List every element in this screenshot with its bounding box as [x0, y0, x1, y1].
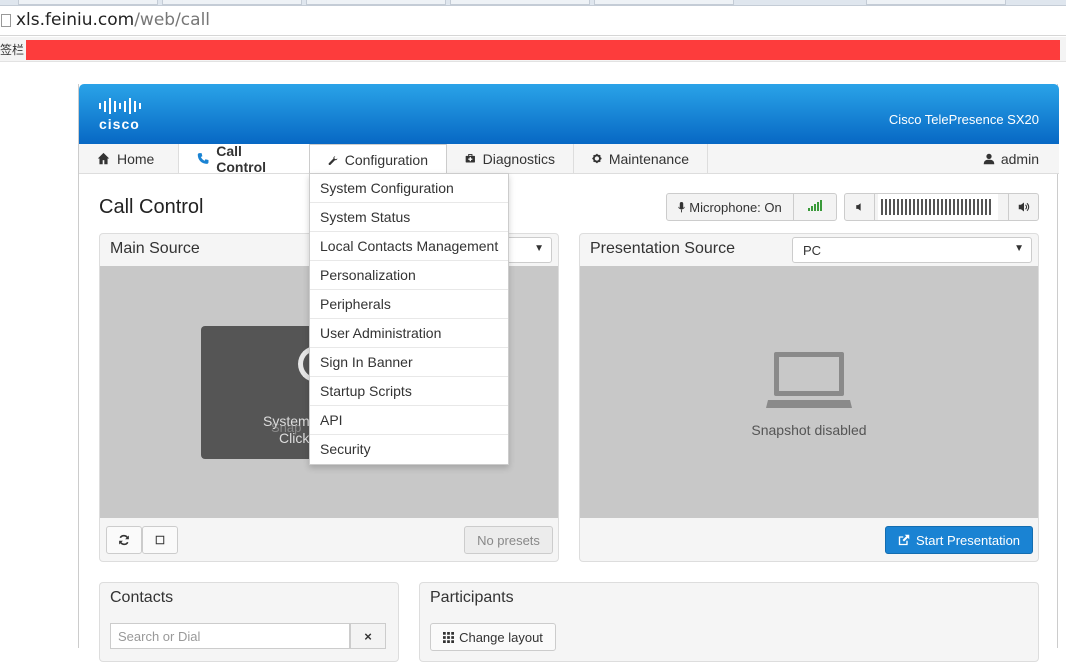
change-layout-button[interactable]: Change layout — [430, 623, 556, 651]
nav-home-label: Home — [117, 150, 155, 167]
volume-down-button[interactable] — [845, 194, 875, 220]
nav-configuration-label: Configuration — [344, 152, 428, 168]
cisco-logo-bars — [99, 98, 159, 114]
user-menu[interactable]: admin — [983, 144, 1039, 173]
close-icon: × — [364, 628, 372, 644]
clear-search-button[interactable]: × — [350, 623, 386, 649]
start-presentation-label: Start Presentation — [915, 532, 1021, 548]
nav-maintenance-label: Maintenance — [608, 150, 689, 167]
microphone-icon — [678, 201, 685, 212]
microphone-toggle[interactable]: Microphone: On — [666, 193, 837, 221]
menu-item-system-configuration[interactable]: System Configuration — [310, 174, 508, 203]
menu-item-peripherals[interactable]: Peripherals — [310, 290, 508, 319]
volume-ticks — [881, 199, 991, 215]
nav-diagnostics-label: Diagnostics — [482, 150, 555, 167]
selfview-line2: Click — [279, 430, 310, 446]
refresh-icon — [119, 534, 129, 546]
contacts-header: Contacts — [100, 583, 398, 615]
menu-item-security[interactable]: Security — [310, 435, 508, 464]
nav-diagnostics[interactable]: Diagnostics — [447, 144, 574, 173]
main-source-title: Main Source — [110, 240, 200, 257]
caret-down-icon: ▼ — [534, 243, 544, 254]
caret-down-icon: ▼ — [1014, 243, 1024, 254]
menu-item-startup-scripts[interactable]: Startup Scripts — [310, 377, 508, 406]
grid-icon — [443, 631, 455, 643]
change-layout-label: Change layout — [459, 629, 543, 645]
microphone-level-icon — [794, 194, 836, 220]
volume-slider[interactable] — [878, 194, 998, 220]
menu-item-system-status[interactable]: System Status — [310, 203, 508, 232]
menu-item-sign-in-banner[interactable]: Sign In Banner — [310, 348, 508, 377]
url-host: xls.feiniu.com — [16, 10, 135, 30]
volume-control — [844, 193, 1039, 221]
participants-header: Participants — [420, 583, 1038, 615]
contacts-panel: Contacts × — [99, 582, 399, 662]
browser-tab[interactable] — [450, 0, 590, 5]
browser-tab[interactable] — [594, 0, 734, 5]
nav-maintenance[interactable]: Maintenance — [574, 144, 708, 173]
refresh-button[interactable] — [106, 526, 142, 554]
menu-item-personalization[interactable]: Personalization — [310, 261, 508, 290]
browser-tab[interactable] — [866, 0, 1006, 5]
volume-down-icon — [855, 203, 861, 211]
fullscreen-button[interactable] — [142, 526, 178, 554]
microphone-label: Microphone: On — [689, 199, 782, 215]
nav-call-control-label: Call Control — [216, 142, 267, 175]
header-banner: cisco Cisco TelePresence SX20 — [79, 84, 1059, 144]
presets-button[interactable]: No presets — [464, 526, 553, 554]
nav-call-control[interactable]: Call Control — [179, 142, 310, 175]
home-icon — [97, 152, 110, 165]
user-icon — [983, 153, 995, 164]
menu-item-local-contacts-management[interactable]: Local Contacts Management — [310, 232, 508, 261]
square-icon — [155, 535, 165, 545]
cisco-web-app: cisco Cisco TelePresence SX20 Home Call … — [78, 84, 1059, 662]
cisco-logo: cisco — [99, 98, 159, 132]
presentation-source-header: Presentation Source PC ▼ — [580, 234, 1038, 266]
nav-home[interactable]: Home — [79, 144, 179, 173]
url-text[interactable]: xls.feiniu.com/web/call — [16, 10, 210, 30]
share-icon — [898, 534, 910, 546]
url-path: /web/call — [134, 10, 211, 30]
main-source-select[interactable]: ▼ — [505, 237, 552, 263]
presentation-source-value: PC — [803, 243, 822, 258]
gear-icon — [592, 153, 602, 164]
product-name: Cisco TelePresence SX20 — [888, 112, 1039, 127]
participants-panel: Participants Change layout — [419, 582, 1039, 662]
main-source-footer: No presets — [100, 518, 558, 562]
address-bar[interactable]: xls.feiniu.com/web/call — [0, 6, 1066, 36]
presentation-source-title: Presentation Source — [590, 240, 735, 257]
search-or-dial-input[interactable] — [110, 623, 350, 649]
browser-tab[interactable] — [306, 0, 446, 5]
menu-item-api[interactable]: API — [310, 406, 508, 435]
microphone-label-wrap: Microphone: On — [667, 194, 794, 220]
presentation-source-select[interactable]: PC ▼ — [792, 237, 1032, 263]
nav-configuration[interactable]: Configuration — [309, 144, 447, 175]
bookmarks-label: 签栏 — [0, 43, 25, 57]
page-title: Call Control — [99, 196, 204, 218]
presentation-source-panel: Presentation Source PC ▼ Snapshot disabl… — [579, 233, 1039, 562]
wrench-icon — [328, 155, 338, 165]
cisco-wordmark: cisco — [99, 116, 140, 132]
volume-up-button[interactable] — [1008, 194, 1038, 220]
presentation-source-footer: Start Presentation — [580, 518, 1038, 562]
main-nav: Home Call Control Configuration Diagnost… — [79, 142, 1059, 175]
redacted-bookmarks — [26, 40, 1060, 60]
configuration-menu: System Configuration System Status Local… — [309, 173, 509, 465]
laptop-icon — [766, 352, 852, 408]
browser-tab[interactable] — [162, 0, 302, 5]
start-presentation-button[interactable]: Start Presentation — [885, 526, 1033, 554]
browser-tab[interactable] — [18, 0, 158, 5]
snapshot-disabled-label: Snapshot disabled — [751, 422, 867, 438]
user-name: admin — [1000, 150, 1039, 167]
presentation-preview: Snapshot disabled — [580, 266, 1038, 518]
phone-icon — [197, 153, 209, 164]
page-icon — [1, 14, 11, 27]
participants-title: Participants — [430, 589, 514, 606]
menu-item-user-administration[interactable]: User Administration — [310, 319, 508, 348]
volume-up-icon — [1018, 202, 1029, 212]
contacts-title: Contacts — [110, 589, 174, 606]
medkit-icon — [465, 154, 475, 163]
